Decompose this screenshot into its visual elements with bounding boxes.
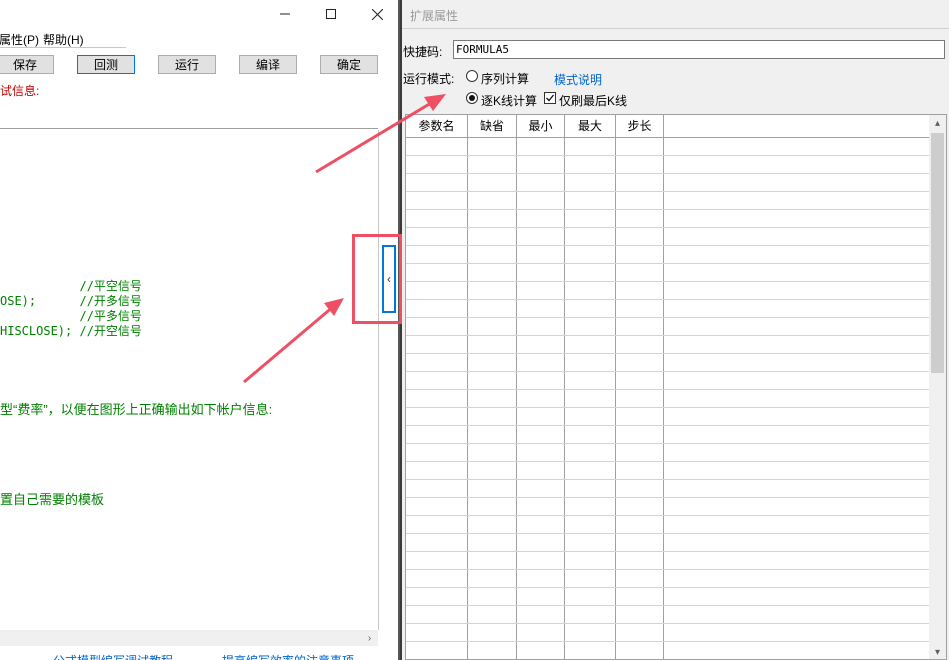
formula-editor-window: 属性(P) 帮助(H) 保存 回测 运行 编译 确定 试信息: //平空信号 O… [0, 0, 398, 660]
grid-row-line [406, 443, 931, 444]
mode-sequence-radio[interactable] [466, 70, 478, 82]
grid-row-line [406, 533, 931, 534]
grid-row-line [406, 515, 931, 516]
grid-row-line [406, 605, 931, 606]
code-editor[interactable]: //平空信号 OSE); //开多信号 //平多信号 HISCLOSE); //… [0, 130, 379, 630]
grid-row-line [406, 587, 931, 588]
code-line: //平多信号 [0, 309, 142, 323]
grid-row-line [406, 335, 931, 336]
menu-help[interactable]: 帮助(H) [43, 31, 84, 48]
parameter-grid[interactable]: 参数名 缺省 最小 最大 步长 ▴ ▾ [405, 114, 947, 660]
grid-row-line [406, 353, 931, 354]
column-header-max[interactable]: 最大 [565, 115, 616, 137]
column-header-default[interactable]: 缺省 [468, 115, 517, 137]
debug-info-label: 试信息: [0, 84, 40, 98]
grid-column-line [663, 137, 664, 659]
grid-column-line [615, 137, 616, 659]
grid-row-line [406, 623, 931, 624]
scroll-right-icon[interactable]: › [361, 630, 378, 647]
run-button[interactable]: 运行 [158, 55, 216, 74]
checkmark-icon [546, 94, 555, 102]
grid-row-line [406, 317, 931, 318]
close-button[interactable] [354, 0, 398, 28]
refresh-last-checkbox[interactable] [544, 92, 556, 104]
grid-row-line [406, 173, 931, 174]
grid-row-line [406, 281, 931, 282]
ok-button[interactable]: 确定 [320, 55, 378, 74]
grid-row-line [406, 263, 931, 264]
scroll-down-icon[interactable]: ▾ [929, 644, 946, 659]
menu-divider [0, 47, 126, 48]
chevron-left-icon: ‹ [387, 272, 391, 286]
grid-row-line [406, 551, 931, 552]
code-line: HISCLOSE); //开空信号 [0, 324, 142, 338]
column-header-min[interactable]: 最小 [517, 115, 565, 137]
grid-row-line [406, 461, 931, 462]
editor-top-border [0, 128, 378, 129]
refresh-last-label[interactable]: 仅刷最后K线 [559, 92, 627, 109]
code-comment: 型“费率”，以便在图形上正确输出如下帐户信息: [0, 402, 273, 417]
grid-row-line [406, 569, 931, 570]
backtest-button[interactable]: 回测 [77, 55, 135, 74]
scrollbar-thumb[interactable] [931, 133, 944, 373]
mode-tick-radio[interactable] [466, 92, 478, 104]
title-divider [402, 28, 949, 29]
grid-row-line [406, 227, 931, 228]
grid-row-line [406, 497, 931, 498]
grid-vertical-scrollbar[interactable]: ▴ ▾ [929, 115, 946, 659]
compile-button[interactable]: 编译 [239, 55, 297, 74]
grid-row-line [406, 209, 931, 210]
minimize-icon [280, 13, 290, 15]
grid-row-line [406, 299, 931, 300]
grid-column-line [516, 137, 517, 659]
scroll-up-icon[interactable]: ▴ [929, 115, 946, 132]
grid-column-line [564, 137, 565, 659]
extended-properties-panel: 扩展属性 快捷码: FORMULA5 运行模式: 序列计算 模式说明 逐K线计算… [402, 0, 949, 660]
grid-row-line [406, 371, 931, 372]
tutorial-link[interactable]: 公式模型编写调试教程 [53, 652, 173, 660]
grid-column-line [467, 137, 468, 659]
grid-row-line [406, 245, 931, 246]
shortcut-label: 快捷码: [403, 45, 443, 59]
minimize-button[interactable] [262, 0, 308, 28]
code-line: //平空信号 [0, 279, 142, 293]
grid-header: 参数名 缺省 最小 最大 步长 [406, 115, 931, 138]
grid-row-line [406, 191, 931, 192]
grid-row-line [406, 425, 931, 426]
efficiency-tips-link[interactable]: 提高编写效率的注意事项 [222, 652, 354, 660]
grid-row-line [406, 407, 931, 408]
run-mode-label: 运行模式: [403, 72, 455, 86]
grid-row-line [406, 479, 931, 480]
maximize-button[interactable] [308, 0, 354, 28]
shortcut-input[interactable]: FORMULA5 [453, 40, 945, 59]
code-comment: 置自己需要的模板 [0, 492, 105, 507]
editor-horizontal-scrollbar[interactable]: › [0, 630, 378, 646]
close-icon [371, 8, 383, 20]
menu-properties[interactable]: 属性(P) [0, 31, 39, 48]
mode-help-link[interactable]: 模式说明 [554, 71, 602, 88]
code-line: OSE); //开多信号 [0, 294, 142, 308]
mode-tick-label[interactable]: 逐K线计算 [481, 92, 537, 109]
maximize-icon [326, 9, 336, 19]
grid-row-line [406, 641, 931, 642]
mode-sequence-label[interactable]: 序列计算 [481, 70, 529, 87]
save-button[interactable]: 保存 [0, 55, 54, 74]
grid-row-line [406, 389, 931, 390]
column-header-name[interactable]: 参数名 [406, 115, 468, 137]
collapse-panel-button[interactable]: ‹ [382, 245, 396, 313]
column-header-step[interactable]: 步长 [616, 115, 664, 137]
grid-row-line [406, 155, 931, 156]
panel-title: 扩展属性 [410, 9, 459, 23]
